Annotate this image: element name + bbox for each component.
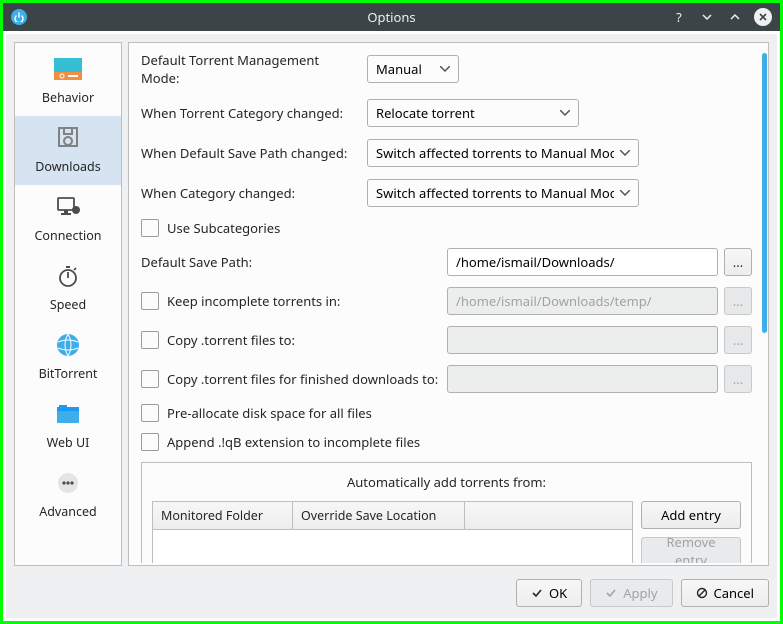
browse-button: ...	[724, 326, 752, 354]
preallocate-label: Pre-allocate disk space for all files	[167, 404, 372, 422]
check-icon	[531, 587, 543, 599]
sidebar-item-label: Advanced	[39, 503, 97, 520]
main-panel: Default Torrent Management Mode: Manual …	[128, 42, 769, 566]
default-save-path-input[interactable]	[447, 248, 718, 276]
cancel-icon	[696, 587, 708, 599]
sidebar-item-webui[interactable]: Web UI	[15, 392, 121, 461]
behavior-icon	[54, 55, 82, 83]
sidebar-item-bittorrent[interactable]: BitTorrent	[15, 323, 121, 392]
ok-label: OK	[549, 584, 567, 602]
mgmt-mode-label: Default Torrent Management Mode:	[141, 51, 357, 87]
speed-icon	[54, 262, 82, 290]
check-icon	[605, 587, 617, 599]
copy-torrent-input	[447, 326, 718, 354]
minimize-icon[interactable]	[698, 8, 716, 26]
use-subcategories-label: Use Subcategories	[167, 219, 280, 237]
help-icon[interactable]: ?	[670, 8, 688, 26]
sidebar-item-label: Web UI	[47, 434, 90, 451]
copy-finished-input	[447, 365, 718, 393]
auto-add-group: Automatically add torrents from: Monitor…	[141, 462, 752, 563]
copy-torrent-label: Copy .torrent files to:	[167, 331, 295, 349]
cancel-label: Cancel	[714, 584, 754, 602]
keep-incomplete-checkbox[interactable]	[141, 292, 159, 310]
apply-label: Apply	[623, 584, 657, 602]
default-save-path-label: Default Save Path:	[141, 253, 441, 271]
advanced-icon	[54, 469, 82, 497]
copy-finished-label: Copy .torrent files for finished downloa…	[167, 370, 438, 388]
apply-button: Apply	[590, 579, 672, 607]
monitored-folders-table[interactable]: Monitored Folder Override Save Location	[152, 501, 633, 563]
table-body	[153, 530, 632, 563]
scrollbar[interactable]	[762, 53, 767, 333]
preallocate-checkbox[interactable]	[141, 404, 159, 422]
browse-button: ...	[724, 365, 752, 393]
browse-button[interactable]: ...	[724, 248, 752, 276]
window-title: Options	[3, 8, 780, 26]
when-cat-changed-label: When Category changed:	[141, 184, 357, 202]
ok-button[interactable]: OK	[516, 579, 582, 607]
cancel-button[interactable]: Cancel	[681, 579, 769, 607]
copy-finished-checkbox[interactable]	[141, 370, 159, 388]
dialog-footer: OK Apply Cancel	[14, 566, 769, 610]
remove-entry-button: Remove entry	[641, 537, 741, 563]
cat-changed-label: When Torrent Category changed:	[141, 104, 357, 122]
sidebar-item-downloads[interactable]: Downloads	[15, 116, 121, 185]
sidebar-item-label: Behavior	[42, 89, 94, 106]
auto-add-title: Automatically add torrents from:	[152, 473, 741, 491]
titlebar: Options ?	[3, 3, 780, 31]
sidebar-item-behavior[interactable]: Behavior	[15, 47, 121, 116]
bittorrent-icon	[54, 331, 82, 359]
sidebar-item-label: Downloads	[35, 158, 100, 175]
sidebar-item-label: Speed	[50, 296, 86, 313]
append-qb-label: Append .!qB extension to incomplete file…	[167, 433, 420, 451]
def-path-changed-label: When Default Save Path changed:	[141, 144, 357, 162]
cat-changed-select[interactable]: Relocate torrent	[367, 99, 579, 127]
sidebar: Behavior Downloads Connection Speed	[14, 42, 122, 566]
append-qb-checkbox[interactable]	[141, 433, 159, 451]
def-path-changed-select[interactable]: Switch affected torrents to Manual Mode	[367, 139, 639, 167]
sidebar-item-label: Connection	[35, 227, 102, 244]
keep-incomplete-input	[447, 287, 718, 315]
column-override[interactable]: Override Save Location	[293, 502, 465, 530]
add-entry-button[interactable]: Add entry	[641, 501, 741, 529]
webui-icon	[54, 400, 82, 428]
app-icon	[11, 9, 27, 25]
keep-incomplete-label: Keep incomplete torrents in:	[167, 292, 340, 310]
sidebar-item-label: BitTorrent	[39, 365, 98, 382]
mgmt-mode-select[interactable]: Manual	[367, 55, 459, 83]
sidebar-item-connection[interactable]: Connection	[15, 185, 121, 254]
connection-icon	[54, 193, 82, 221]
sidebar-item-advanced[interactable]: Advanced	[15, 461, 121, 530]
copy-torrent-checkbox[interactable]	[141, 331, 159, 349]
close-icon[interactable]	[754, 8, 772, 26]
use-subcategories-checkbox[interactable]	[141, 219, 159, 237]
browse-button: ...	[724, 287, 752, 315]
column-monitored[interactable]: Monitored Folder	[153, 502, 293, 530]
sidebar-item-speed[interactable]: Speed	[15, 254, 121, 323]
when-cat-changed-select[interactable]: Switch affected torrents to Manual Mode	[367, 179, 639, 207]
column-blank	[465, 502, 632, 530]
maximize-icon[interactable]	[726, 8, 744, 26]
downloads-icon	[54, 124, 82, 152]
